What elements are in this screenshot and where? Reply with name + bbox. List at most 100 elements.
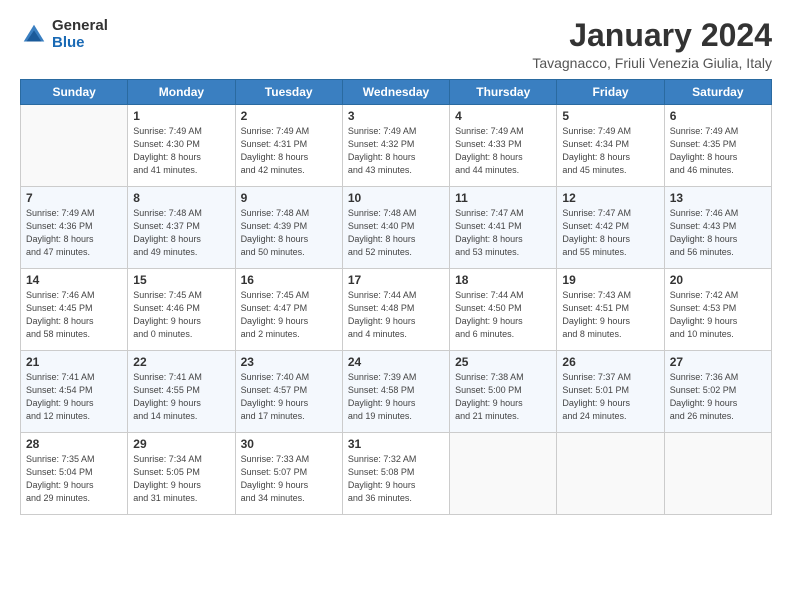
calendar-cell: 2Sunrise: 7:49 AM Sunset: 4:31 PM Daylig… (235, 105, 342, 187)
col-sunday: Sunday (21, 80, 128, 105)
day-info: Sunrise: 7:49 AM Sunset: 4:34 PM Dayligh… (562, 125, 658, 177)
calendar-header: Sunday Monday Tuesday Wednesday Thursday… (21, 80, 772, 105)
day-info: Sunrise: 7:49 AM Sunset: 4:35 PM Dayligh… (670, 125, 766, 177)
calendar-cell (450, 433, 557, 515)
day-number: 20 (670, 273, 766, 287)
calendar-cell: 9 Sunrise: 7:48 AM Sunset: 4:39 PM Daylig… (235, 187, 342, 269)
day-info: Sunrise: 7:45 AM Sunset: 4:46 PM Dayligh… (133, 289, 229, 341)
day-number: 3 (348, 109, 444, 123)
calendar-cell: 26 Sunrise: 7:37 AM Sunset: 5:01 PM Dayli… (557, 351, 664, 433)
logo: General Blue (20, 18, 108, 51)
calendar-cell (664, 433, 771, 515)
day-number: 22 (133, 355, 229, 369)
day-info: Sunrise: 7:46 AM Sunset: 4:43 PM Dayligh… (670, 207, 766, 259)
calendar-cell: 15 Sunrise: 7:45 AM Sunset: 4:46 PM Dayli… (128, 269, 235, 351)
calendar-body: 1Sunrise: 7:49 AM Sunset: 4:30 PM Daylig… (21, 105, 772, 515)
day-number: 19 (562, 273, 658, 287)
calendar-cell: 25 Sunrise: 7:38 AM Sunset: 5:00 PM Dayli… (450, 351, 557, 433)
page: General Blue January 2024 Tavagnacco, Fr… (0, 0, 792, 612)
calendar-title: January 2024 (532, 18, 772, 53)
day-info: Sunrise: 7:35 AM Sunset: 5:04 PM Dayligh… (26, 453, 122, 505)
day-number: 30 (241, 437, 337, 451)
week-row-5: 28 Sunrise: 7:35 AM Sunset: 5:04 PM Dayli… (21, 433, 772, 515)
logo-text: General Blue (52, 18, 108, 51)
day-info: Sunrise: 7:49 AM Sunset: 4:30 PM Dayligh… (133, 125, 229, 177)
calendar-cell: 28 Sunrise: 7:35 AM Sunset: 5:04 PM Dayli… (21, 433, 128, 515)
day-info: Sunrise: 7:48 AM Sunset: 4:39 PM Dayligh… (241, 207, 337, 259)
day-number: 16 (241, 273, 337, 287)
calendar-cell: 6 Sunrise: 7:49 AM Sunset: 4:35 PM Daylig… (664, 105, 771, 187)
day-info: Sunrise: 7:48 AM Sunset: 4:37 PM Dayligh… (133, 207, 229, 259)
day-number: 15 (133, 273, 229, 287)
calendar-cell: 3 Sunrise: 7:49 AM Sunset: 4:32 PM Daylig… (342, 105, 449, 187)
calendar-cell: 29Sunrise: 7:34 AM Sunset: 5:05 PM Dayli… (128, 433, 235, 515)
col-saturday: Saturday (664, 80, 771, 105)
day-info: Sunrise: 7:42 AM Sunset: 4:53 PM Dayligh… (670, 289, 766, 341)
calendar-cell: 7 Sunrise: 7:49 AM Sunset: 4:36 PM Daylig… (21, 187, 128, 269)
col-tuesday: Tuesday (235, 80, 342, 105)
day-info: Sunrise: 7:49 AM Sunset: 4:32 PM Dayligh… (348, 125, 444, 177)
header-row: Sunday Monday Tuesday Wednesday Thursday… (21, 80, 772, 105)
day-info: Sunrise: 7:49 AM Sunset: 4:31 PM Dayligh… (241, 125, 337, 177)
day-info: Sunrise: 7:41 AM Sunset: 4:54 PM Dayligh… (26, 371, 122, 423)
calendar-cell: 14Sunrise: 7:46 AM Sunset: 4:45 PM Dayli… (21, 269, 128, 351)
day-info: Sunrise: 7:41 AM Sunset: 4:55 PM Dayligh… (133, 371, 229, 423)
day-info: Sunrise: 7:44 AM Sunset: 4:50 PM Dayligh… (455, 289, 551, 341)
calendar-cell: 4Sunrise: 7:49 AM Sunset: 4:33 PM Daylig… (450, 105, 557, 187)
title-block: January 2024 Tavagnacco, Friuli Venezia … (532, 18, 772, 71)
col-thursday: Thursday (450, 80, 557, 105)
calendar-cell: 21 Sunrise: 7:41 AM Sunset: 4:54 PM Dayli… (21, 351, 128, 433)
day-info: Sunrise: 7:37 AM Sunset: 5:01 PM Dayligh… (562, 371, 658, 423)
calendar-cell (21, 105, 128, 187)
day-number: 12 (562, 191, 658, 205)
calendar-cell: 20 Sunrise: 7:42 AM Sunset: 4:53 PM Dayli… (664, 269, 771, 351)
day-number: 17 (348, 273, 444, 287)
calendar-cell: 31 Sunrise: 7:32 AM Sunset: 5:08 PM Dayli… (342, 433, 449, 515)
day-number: 21 (26, 355, 122, 369)
day-number: 8 (133, 191, 229, 205)
col-wednesday: Wednesday (342, 80, 449, 105)
calendar-cell: 23Sunrise: 7:40 AM Sunset: 4:57 PM Dayli… (235, 351, 342, 433)
calendar-cell (557, 433, 664, 515)
day-number: 6 (670, 109, 766, 123)
day-info: Sunrise: 7:47 AM Sunset: 4:41 PM Dayligh… (455, 207, 551, 259)
day-number: 13 (670, 191, 766, 205)
day-info: Sunrise: 7:38 AM Sunset: 5:00 PM Dayligh… (455, 371, 551, 423)
day-number: 28 (26, 437, 122, 451)
day-number: 11 (455, 191, 551, 205)
col-monday: Monday (128, 80, 235, 105)
day-info: Sunrise: 7:39 AM Sunset: 4:58 PM Dayligh… (348, 371, 444, 423)
week-row-1: 1Sunrise: 7:49 AM Sunset: 4:30 PM Daylig… (21, 105, 772, 187)
day-number: 24 (348, 355, 444, 369)
calendar-cell: 17 Sunrise: 7:44 AM Sunset: 4:48 PM Dayli… (342, 269, 449, 351)
day-number: 10 (348, 191, 444, 205)
day-number: 18 (455, 273, 551, 287)
week-row-3: 14Sunrise: 7:46 AM Sunset: 4:45 PM Dayli… (21, 269, 772, 351)
day-number: 25 (455, 355, 551, 369)
calendar-cell: 30 Sunrise: 7:33 AM Sunset: 5:07 PM Dayli… (235, 433, 342, 515)
calendar-cell: 1Sunrise: 7:49 AM Sunset: 4:30 PM Daylig… (128, 105, 235, 187)
week-row-4: 21 Sunrise: 7:41 AM Sunset: 4:54 PM Dayli… (21, 351, 772, 433)
day-number: 27 (670, 355, 766, 369)
calendar-cell: 11 Sunrise: 7:47 AM Sunset: 4:41 PM Dayli… (450, 187, 557, 269)
day-number: 26 (562, 355, 658, 369)
header: General Blue January 2024 Tavagnacco, Fr… (20, 18, 772, 71)
col-friday: Friday (557, 80, 664, 105)
day-number: 9 (241, 191, 337, 205)
calendar-cell: 27Sunrise: 7:36 AM Sunset: 5:02 PM Dayli… (664, 351, 771, 433)
calendar-cell: 13 Sunrise: 7:46 AM Sunset: 4:43 PM Dayli… (664, 187, 771, 269)
calendar-cell: 10 Sunrise: 7:48 AM Sunset: 4:40 PM Dayli… (342, 187, 449, 269)
day-info: Sunrise: 7:48 AM Sunset: 4:40 PM Dayligh… (348, 207, 444, 259)
day-info: Sunrise: 7:49 AM Sunset: 4:36 PM Dayligh… (26, 207, 122, 259)
logo-general: General (52, 18, 108, 35)
day-info: Sunrise: 7:34 AM Sunset: 5:05 PM Dayligh… (133, 453, 229, 505)
calendar-cell: 12Sunrise: 7:47 AM Sunset: 4:42 PM Dayli… (557, 187, 664, 269)
day-info: Sunrise: 7:44 AM Sunset: 4:48 PM Dayligh… (348, 289, 444, 341)
day-number: 5 (562, 109, 658, 123)
calendar-cell: 24 Sunrise: 7:39 AM Sunset: 4:58 PM Dayli… (342, 351, 449, 433)
day-number: 31 (348, 437, 444, 451)
day-number: 7 (26, 191, 122, 205)
calendar-cell: 18 Sunrise: 7:44 AM Sunset: 4:50 PM Dayli… (450, 269, 557, 351)
day-info: Sunrise: 7:33 AM Sunset: 5:07 PM Dayligh… (241, 453, 337, 505)
day-info: Sunrise: 7:32 AM Sunset: 5:08 PM Dayligh… (348, 453, 444, 505)
